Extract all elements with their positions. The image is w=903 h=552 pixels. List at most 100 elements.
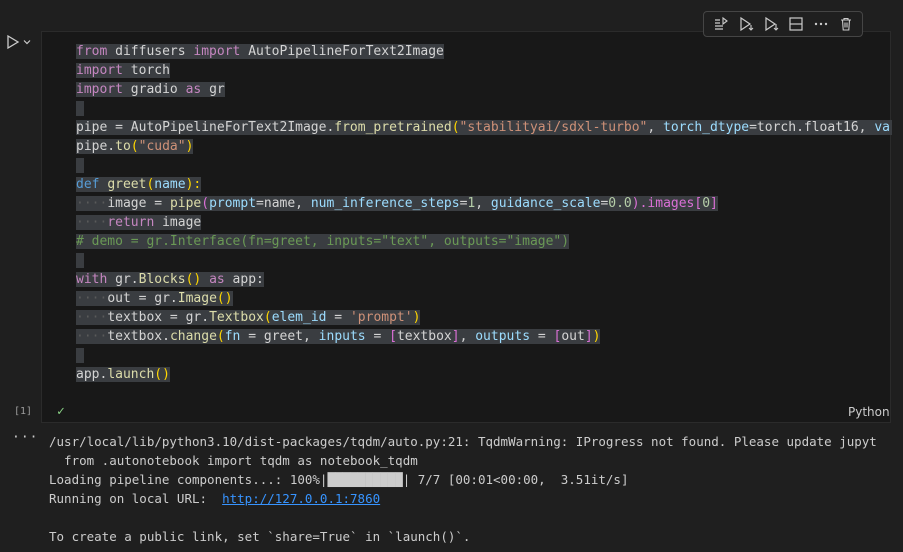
code-token: ) <box>412 310 421 325</box>
code-token: ).images <box>631 196 695 211</box>
code-token: textbox <box>396 329 452 344</box>
code-token: "cuda" <box>138 139 186 154</box>
code-token: () <box>154 367 170 382</box>
code-token: change <box>169 329 217 344</box>
code-token: ): <box>185 177 202 192</box>
code-token: ( <box>201 196 210 211</box>
code-token: ) <box>185 139 194 154</box>
code-token: from <box>76 44 108 59</box>
code-token: pipe <box>169 196 202 211</box>
code-token: ( <box>263 310 272 325</box>
code-line-12 <box>76 251 892 270</box>
code-token: textbox = gr. <box>107 310 210 325</box>
code-token: launch <box>107 367 155 382</box>
run-controls <box>6 34 32 50</box>
code-token: inputs <box>318 329 366 344</box>
chevron-down-icon[interactable] <box>22 37 32 47</box>
url-prefix: Running on local URL: <box>49 491 223 506</box>
code-line-14: ····out = gr.Image() <box>76 289 892 308</box>
code-token: from_pretrained <box>334 120 452 135</box>
code-token: =name, <box>256 196 311 211</box>
code-token: ···· <box>76 196 108 211</box>
code-line-15: ····textbox = gr.Textbox(elem_id = 'prom… <box>76 308 892 327</box>
more-icon[interactable] <box>810 13 832 35</box>
code-token: , <box>475 196 491 211</box>
code-cell[interactable]: from diffusers import AutoPipelineForTex… <box>41 31 892 423</box>
code-token: pipe. <box>76 139 116 154</box>
code-token: Blocks <box>138 272 186 287</box>
local-url-link[interactable]: http://127.0.0.1:7860 <box>222 491 380 506</box>
code-token: vari <box>874 120 892 135</box>
code-token: torch_dtype <box>663 120 750 135</box>
code-token: "stabilityai/sdxl-turbo" <box>459 120 648 135</box>
code-token: Image <box>177 291 217 306</box>
code-token: def <box>76 177 100 192</box>
output-line: from .autonotebook import tqdm as notebo… <box>49 453 418 468</box>
code-token: ] <box>584 329 593 344</box>
code-token: ···· <box>76 310 108 325</box>
code-line-2: import torch <box>76 61 892 80</box>
split-cell-icon[interactable] <box>785 13 807 35</box>
code-token: 'prompt' <box>349 310 413 325</box>
code-line-1: from diffusers import AutoPipelineForTex… <box>76 42 892 61</box>
code-token: ···· <box>76 329 108 344</box>
output-more-icon[interactable]: ··· <box>12 430 38 445</box>
code-line-9: ····image = pipe(prompt=name, num_infere… <box>76 194 892 213</box>
code-token: app: <box>224 272 264 287</box>
cell-output: /usr/local/lib/python3.10/dist-packages/… <box>49 432 899 552</box>
code-token: textbox. <box>107 329 170 344</box>
code-line-5: pipe = AutoPipelineForText2Image.from_pr… <box>76 118 892 137</box>
code-token: out = gr. <box>107 291 178 306</box>
execute-below-icon[interactable] <box>760 13 782 35</box>
code-line-4 <box>76 99 892 118</box>
code-token: ( <box>451 120 460 135</box>
execute-above-icon[interactable] <box>735 13 757 35</box>
code-token: ( <box>130 139 139 154</box>
run-by-line-icon[interactable] <box>710 13 732 35</box>
run-cell-icon[interactable] <box>6 34 20 50</box>
code-token: diffusers <box>107 44 194 59</box>
code-token: = <box>365 329 390 344</box>
code-token: with <box>76 272 108 287</box>
code-token: gr. <box>107 272 139 287</box>
code-token: app. <box>76 367 108 382</box>
code-line-3: import gradio as gr <box>76 80 892 99</box>
code-line-10: ····return image <box>76 213 892 232</box>
output-line: To create a public link, set `share=True… <box>49 529 471 544</box>
code-token: image = <box>107 196 170 211</box>
code-token: import <box>76 82 123 97</box>
code-token: ] <box>451 329 460 344</box>
code-line-11: # demo = gr.Interface(fn=greet, inputs="… <box>76 232 892 251</box>
output-line: Running on local URL: http://127.0.0.1:7… <box>49 489 899 508</box>
code-token: guidance_scale <box>490 196 601 211</box>
code-token: 0.0 <box>608 196 632 211</box>
code-token: = <box>326 310 350 325</box>
delete-icon[interactable] <box>835 13 857 35</box>
code-token: ] <box>710 196 718 211</box>
code-token: = <box>530 329 554 344</box>
code-token: prompt <box>209 196 257 211</box>
code-line-8: def greet(name): <box>76 175 892 194</box>
code-token: () <box>216 291 233 306</box>
code-token: elem_id <box>271 310 327 325</box>
code-line-17 <box>76 346 892 365</box>
code-token: , <box>459 329 476 344</box>
code-token: as <box>185 82 202 97</box>
execution-count: [1] <box>14 406 33 417</box>
code-token: AutoPipelineForText2Image <box>240 44 444 59</box>
code-token: to <box>115 139 131 154</box>
code-token: gradio <box>122 82 186 97</box>
code-line-7 <box>76 156 892 175</box>
code-token: greet <box>107 177 147 192</box>
code-token: Textbox <box>209 310 264 325</box>
code-token: ···· <box>76 291 108 306</box>
code-token: = greet, <box>240 329 319 344</box>
code-token: as <box>209 272 225 287</box>
code-token: ···· <box>76 215 108 230</box>
language-selector[interactable]: Python <box>848 405 890 419</box>
code-token: , <box>647 120 664 135</box>
code-editor[interactable]: from diffusers import AutoPipelineForTex… <box>76 42 892 392</box>
code-line-13: with gr.Blocks() as app: <box>76 270 892 289</box>
code-token: out <box>561 329 585 344</box>
